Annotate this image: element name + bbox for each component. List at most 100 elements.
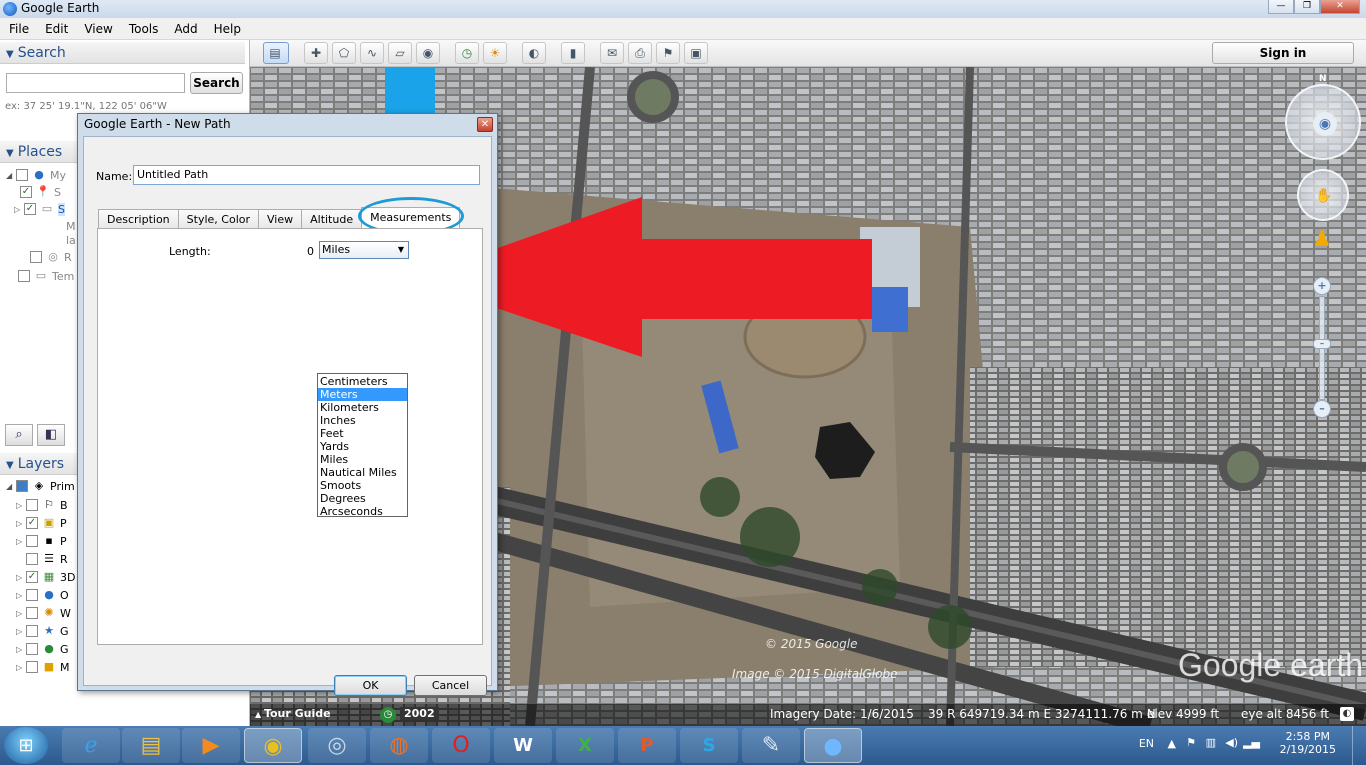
tab-style-color[interactable]: Style, Color (177, 209, 259, 229)
ok-button[interactable]: OK (334, 675, 407, 696)
unit-option-feet[interactable]: Feet (318, 427, 407, 440)
powerpoint-icon[interactable]: P (618, 728, 676, 763)
clock[interactable]: 2:58 PM 2/19/2015 (1280, 730, 1336, 756)
layers-row[interactable]: ▷ ✓ ▦ 3D (16, 569, 75, 585)
language-indicator[interactable]: EN (1139, 737, 1154, 750)
close-button[interactable]: ✕ (1320, 0, 1360, 14)
print-button[interactable]: ⎙ (628, 42, 652, 64)
tour-guide-toggle[interactable]: ▲ Tour Guide (255, 707, 331, 720)
chrome2-icon[interactable]: ◎ (308, 728, 366, 763)
chrome-icon[interactable]: ◉ (244, 728, 302, 763)
placemark-button[interactable]: ✚ (304, 42, 328, 64)
zoom-slider-handle[interactable]: – (1313, 339, 1331, 349)
tab-description[interactable]: Description (98, 209, 179, 229)
unit-option-smoots[interactable]: Smoots (318, 479, 407, 492)
tab-view[interactable]: View (258, 209, 303, 229)
checkbox[interactable] (26, 607, 38, 619)
planets-button[interactable]: ◐ (522, 42, 546, 64)
layers-row[interactable]: ▷ ● G (16, 641, 69, 657)
tab-altitude[interactable]: Altitude (301, 209, 363, 229)
layers-row[interactable]: ▷ ✓ ▣ P (16, 515, 67, 531)
minimize-button[interactable]: — (1268, 0, 1294, 14)
search-button[interactable]: Search (190, 72, 243, 94)
skype-icon[interactable]: S (680, 728, 738, 763)
path-button[interactable]: ∿ (360, 42, 384, 64)
unit-option-miles[interactable]: Miles (318, 453, 407, 466)
view-in-maps-button[interactable]: ⚑ (656, 42, 680, 64)
checkbox[interactable] (26, 589, 38, 601)
menu-file[interactable]: File (4, 22, 34, 36)
menu-help[interactable]: Help (209, 22, 246, 36)
search-panel-header[interactable]: ▼ Search (0, 42, 245, 64)
unit-option-degrees[interactable]: Degrees (318, 492, 407, 505)
street-view-pegman-icon[interactable]: ♟ (1311, 227, 1333, 263)
maximize-button[interactable]: ❐ (1294, 0, 1320, 14)
show-desktop-button[interactable] (1352, 726, 1366, 765)
sign-in-button[interactable]: Sign in (1212, 42, 1354, 64)
checkbox[interactable]: ✓ (26, 517, 38, 529)
network-icon[interactable]: ▥ (1206, 736, 1216, 749)
layers-row[interactable]: ▷ ✺ W (16, 605, 71, 621)
signal-icon[interactable]: ▂▄ (1243, 736, 1260, 749)
places-row[interactable]: ◎ R (30, 249, 72, 265)
sidebar-toggle-button[interactable]: ▤ (263, 42, 289, 64)
zoom-out-button[interactable]: – (1313, 400, 1331, 418)
zoom-in-button[interactable]: + (1313, 277, 1331, 295)
historical-imagery-button[interactable]: ◷ (455, 42, 479, 64)
checkbox[interactable] (26, 625, 38, 637)
checkbox[interactable] (26, 661, 38, 673)
name-field[interactable]: Untitled Path (133, 165, 480, 185)
checkbox[interactable] (26, 553, 38, 565)
explorer-icon[interactable]: ▤ (122, 728, 180, 763)
polygon-button[interactable]: ⬠ (332, 42, 356, 64)
google-earth-taskbar-icon[interactable]: ● (804, 728, 862, 763)
menu-add[interactable]: Add (169, 22, 202, 36)
menu-edit[interactable]: Edit (40, 22, 73, 36)
search-input[interactable] (6, 73, 185, 93)
unit-option-kilometers[interactable]: Kilometers (318, 401, 407, 414)
places-row[interactable]: ▷ ✓ ▭ S (14, 201, 65, 217)
word-icon[interactable]: W (494, 728, 552, 763)
checkbox[interactable]: ✓ (26, 571, 38, 583)
look-joystick[interactable]: ◉ (1285, 84, 1361, 160)
layers-row[interactable]: ▷ ▪ P (16, 533, 67, 549)
places-row[interactable]: ◢ ● My (6, 167, 66, 183)
checkbox[interactable] (18, 270, 30, 282)
show-hidden-icons[interactable]: ▲ (1168, 737, 1176, 750)
unit-option-inches[interactable]: Inches (318, 414, 407, 427)
checkbox[interactable] (26, 499, 38, 511)
checkbox[interactable]: ✓ (20, 186, 32, 198)
firefox-icon[interactable]: ◍ (370, 728, 428, 763)
volume-icon[interactable]: ◀) (1225, 736, 1238, 749)
notepad-icon[interactable]: ✎ (742, 728, 800, 763)
unit-option-centimeters[interactable]: Centimeters (318, 375, 407, 388)
overlay-button[interactable]: ▱ (388, 42, 412, 64)
layers-row[interactable]: ▷ ● O (16, 587, 69, 603)
save-image-button[interactable]: ▣ (684, 42, 708, 64)
places-row[interactable]: ▭ Tem (18, 268, 74, 284)
media-icon[interactable]: ▶ (182, 728, 240, 763)
unit-option-arcseconds[interactable]: Arcseconds (318, 505, 407, 518)
layers-row[interactable]: ▷ ★ G (16, 623, 69, 639)
flag-icon[interactable]: ⚑ (1186, 736, 1196, 749)
record-tour-button[interactable]: ◉ (416, 42, 440, 64)
checkbox[interactable] (26, 535, 38, 547)
checkbox[interactable] (26, 643, 38, 655)
checkbox[interactable] (30, 251, 42, 263)
start-button[interactable]: ⊞ (4, 727, 48, 764)
layers-row[interactable]: ▷ ■ M (16, 659, 70, 675)
unit-option-yards[interactable]: Yards (318, 440, 407, 453)
ie-icon[interactable]: ℯ (62, 728, 120, 763)
unit-select[interactable]: Miles ▼ (319, 241, 409, 259)
search-places-button[interactable]: ⌕ (5, 424, 33, 446)
dialog-close-button[interactable]: ✕ (477, 117, 493, 132)
unit-option-meters[interactable]: Meters (318, 388, 407, 401)
move-joystick[interactable]: ✋ (1297, 169, 1349, 221)
layers-row[interactable]: ☰ R (26, 551, 68, 567)
unit-option-nautical-miles[interactable]: Nautical Miles (318, 466, 407, 479)
layers-row[interactable]: ◢ ◈ Prim (6, 478, 75, 494)
opera-icon[interactable]: O (432, 728, 490, 763)
layers-row[interactable]: ▷ ⚐ B (16, 497, 68, 513)
email-button[interactable]: ✉ (600, 42, 624, 64)
cancel-button[interactable]: Cancel (414, 675, 487, 696)
